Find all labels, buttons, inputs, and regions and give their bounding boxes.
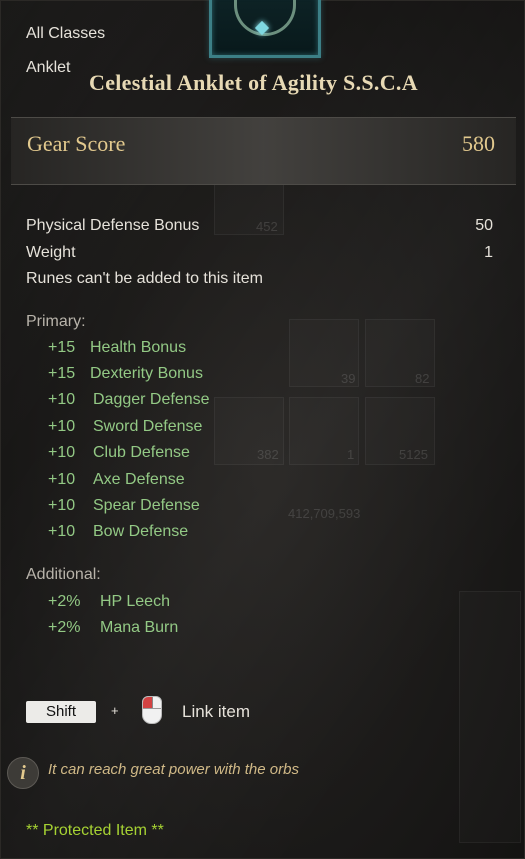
primary-stat-value: +10 xyxy=(48,418,76,435)
background-silver-amount: 412,709,593 xyxy=(288,506,361,521)
runes-note: Runes can't be added to this item xyxy=(26,270,263,287)
stat-label: Weight xyxy=(26,244,76,261)
primary-stat-label: Dagger Defense xyxy=(93,391,210,408)
mouse-left-click-icon xyxy=(142,696,162,724)
additional-heading: Additional: xyxy=(26,566,101,583)
item-type: Anklet xyxy=(26,59,71,76)
item-tooltip: 452 39 82 382 1 5125 412,709,593 All Cla… xyxy=(0,0,525,859)
protected-item-label: ** Protected Item ** xyxy=(26,822,164,839)
stat-value: 50 xyxy=(475,217,493,234)
primary-heading: Primary: xyxy=(26,313,86,330)
orbs-hint: It can reach great power with the orbs xyxy=(48,761,299,778)
primary-stat-label: Sword Defense xyxy=(93,418,203,435)
primary-stat-label: Dexterity Bonus xyxy=(90,365,203,382)
background-count: 82 xyxy=(415,371,430,386)
primary-stat-value: +10 xyxy=(48,471,76,488)
primary-stat-value: +10 xyxy=(48,444,76,461)
primary-stat-label: Club Defense xyxy=(93,444,190,461)
item-icon xyxy=(209,0,321,58)
primary-stat-label: Health Bonus xyxy=(90,339,187,356)
stat-label: Physical Defense Bonus xyxy=(26,217,200,234)
primary-stat-label: Axe Defense xyxy=(93,471,185,488)
item-name: Celestial Anklet of Agility S.S.C.A xyxy=(89,70,418,95)
plus-sign: + xyxy=(111,703,119,718)
background-count: 39 xyxy=(341,371,356,386)
primary-stat-value: +10 xyxy=(48,391,76,408)
additional-stat-label: Mana Burn xyxy=(100,619,179,636)
primary-stat-label: Spear Defense xyxy=(93,497,200,514)
background-count: 452 xyxy=(256,219,278,234)
stat-value: 1 xyxy=(484,244,493,261)
additional-stat-value: +2% xyxy=(48,593,81,610)
additional-stat-label: HP Leech xyxy=(100,593,170,610)
background-count: 5125 xyxy=(399,447,428,462)
background-count: 1 xyxy=(347,447,355,462)
primary-stat-label: Bow Defense xyxy=(93,523,189,540)
shift-key-icon: Shift xyxy=(26,701,96,723)
gear-score-value: 580 xyxy=(462,131,495,156)
primary-stat-value: +10 xyxy=(48,497,76,514)
primary-stat-value: +15 xyxy=(48,339,76,356)
primary-stat-value: +10 xyxy=(48,523,76,540)
link-item-label: Link item xyxy=(182,702,251,721)
info-icon: i xyxy=(7,757,39,789)
gear-score-label: Gear Score xyxy=(27,131,126,156)
background-count: 382 xyxy=(257,447,279,462)
background-scroll-track xyxy=(459,591,521,843)
class-restriction: All Classes xyxy=(26,25,106,42)
additional-stat-value: +2% xyxy=(48,619,81,636)
primary-stat-value: +15 xyxy=(48,365,76,382)
